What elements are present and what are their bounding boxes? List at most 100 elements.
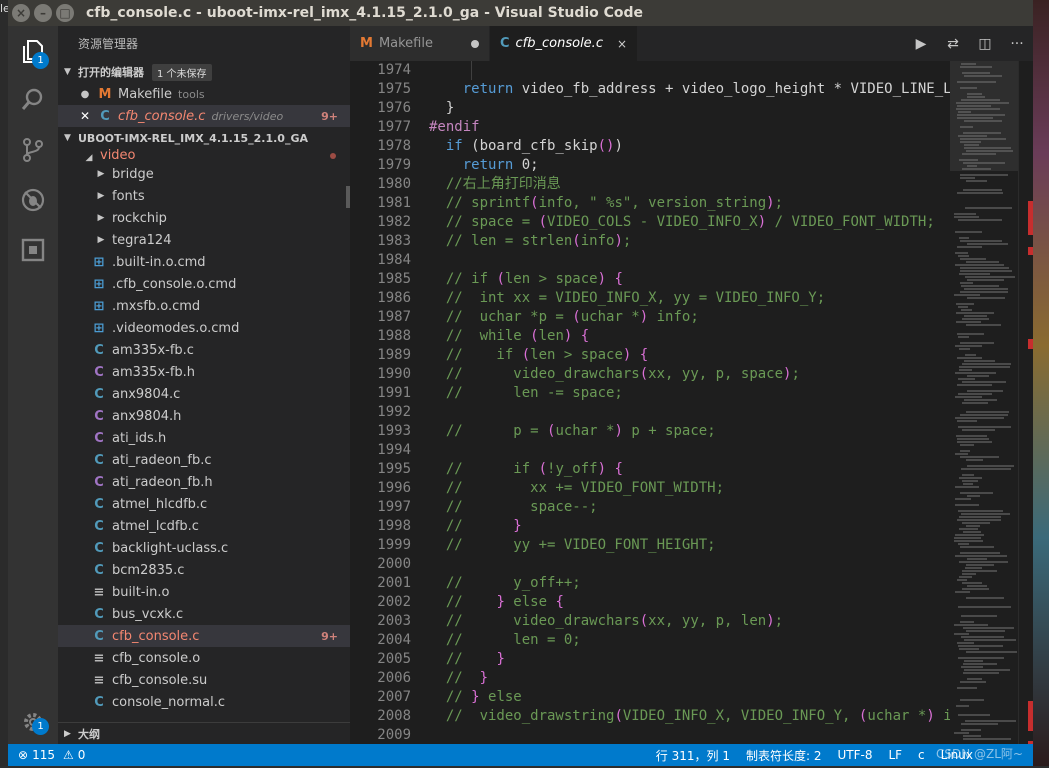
encoding[interactable]: UTF-8 [837, 748, 872, 762]
code-line: 1998 // } [350, 517, 950, 536]
minimap-line [954, 216, 979, 218]
tree-item-label: atmel_hlcdfb.c [112, 496, 208, 512]
tree-file[interactable]: Canx9804.h [58, 405, 350, 427]
code-line: 1974 [350, 61, 950, 80]
minimap-line [960, 450, 970, 452]
line-number: 1984 [377, 252, 411, 268]
tree-file[interactable]: Cbacklight-uclass.c [58, 537, 350, 559]
debug-activity[interactable] [8, 176, 58, 224]
window-minimize-button[interactable]: – [34, 4, 52, 22]
source-control-activity[interactable] [8, 126, 58, 174]
tree-file[interactable]: ≡ built-in.o [58, 581, 350, 603]
search-activity[interactable] [8, 76, 58, 124]
tree-file[interactable]: Cam335x-fb.h [58, 361, 350, 383]
line-number: 2007 [377, 689, 411, 705]
minimap-slider[interactable] [950, 61, 1018, 171]
tree-file[interactable]: Canx9804.c [58, 383, 350, 405]
code-line: 1987 // uchar *p = (uchar *) info; [350, 308, 950, 327]
tree-folder-video[interactable]: ◢ video [58, 149, 350, 163]
tree-folder[interactable]: ▶ fonts [58, 185, 350, 207]
open-editor-item[interactable]: ● M Makefile tools [58, 83, 350, 105]
tree-file[interactable]: ≡ cfb_console.o [58, 647, 350, 669]
minimap-line [965, 567, 982, 569]
error-marker [1028, 701, 1033, 731]
tree-file[interactable]: ⊞ .mxsfb.o.cmd [58, 295, 350, 317]
open-editor-item[interactable]: ✕ C cfb_console.c drivers/video 9+ [58, 105, 350, 127]
c-file-icon: C [100, 108, 110, 124]
file-tree: ▶ bridge ▶ fonts ▶ rockchip ▶ tegra124 ⊞ .built-i… [58, 163, 350, 713]
close-icon[interactable]: × [617, 37, 627, 51]
c-file-icon: C [94, 452, 104, 468]
tree-file[interactable]: Catmel_hlcdfb.c [58, 493, 350, 515]
code-text: // if (len > space) { [445, 271, 623, 287]
dirty-dot-icon[interactable]: ● [74, 89, 96, 100]
minimap-line [960, 258, 986, 260]
tree-file[interactable]: Cbus_vcxk.c [58, 603, 350, 625]
tree-file[interactable]: Catmel_lcdfb.c [58, 515, 350, 537]
minimap-line [959, 528, 978, 530]
more-actions-icon[interactable]: ··· [1001, 36, 1033, 52]
tab-makefile[interactable]: M Makefile [350, 26, 490, 61]
overview-ruler[interactable] [1018, 61, 1033, 757]
tree-item-label: anx9804.h [112, 408, 182, 424]
run-icon[interactable]: ▶ [905, 36, 937, 52]
minimap-line [957, 420, 977, 422]
minimap-line [967, 390, 1003, 392]
tree-file[interactable]: Cati_radeon_fb.c [58, 449, 350, 471]
close-icon[interactable]: ✕ [74, 109, 96, 123]
code-text: // uchar *p = (uchar *) info; [445, 309, 699, 325]
split-editor-icon[interactable]: ◫ [969, 36, 1001, 52]
tree-file[interactable]: ⊞ .built-in.o.cmd [58, 251, 350, 273]
line-number: 1976 [377, 100, 411, 116]
dirty-dot-icon[interactable] [470, 39, 479, 48]
tree-file[interactable]: ⊞ .videomodes.o.cmd [58, 317, 350, 339]
code-view[interactable]: 1974 1975 return video_fb_address + video… [350, 61, 950, 744]
end-of-line[interactable]: LF [888, 748, 902, 762]
explorer-activity[interactable]: 1 [8, 28, 58, 76]
tree-file[interactable]: Cam335x-fb.c [58, 339, 350, 361]
tree-item-label: cfb_console.c [112, 628, 200, 644]
project-header[interactable]: ▼ UBOOT-IMX-REL_IMX_4.1.15_2.1.0_GA [58, 127, 350, 149]
tree-item-label: console_normal.c [112, 694, 226, 710]
minimap-line [957, 642, 974, 644]
tree-file[interactable]: Cati_radeon_fb.h [58, 471, 350, 493]
code-text: // y_off++; [445, 575, 581, 591]
minimap[interactable] [950, 61, 1018, 744]
minimap-line [962, 474, 974, 476]
extensions-activity[interactable] [8, 226, 58, 274]
minimap-line [957, 441, 992, 443]
problems-indicator[interactable]: ⊗ 115 ⚠ 0 [8, 748, 89, 762]
open-editors-header[interactable]: ▼ 打开的编辑器 1 个未保存 [58, 61, 350, 83]
minimap-line [959, 576, 972, 578]
window-close-button[interactable]: × [12, 4, 30, 22]
compare-changes-icon[interactable]: ⇄ [937, 36, 969, 52]
tree-file[interactable]: Cbcm2835.c [58, 559, 350, 581]
settings-activity[interactable]: 1 [8, 698, 58, 746]
minimap-line [956, 705, 969, 707]
minimap-line [964, 360, 995, 362]
minimap-line [954, 294, 980, 296]
tab-cfb-console[interactable]: C cfb_console.c × [489, 26, 639, 61]
outline-header[interactable]: ▶ 大纲 [58, 722, 350, 744]
tree-file[interactable]: ≡ cfb_console.su [58, 669, 350, 691]
tree-file[interactable]: Ccfb_console.c 9+ [58, 625, 350, 647]
code-text: // if (len > space) { [445, 347, 649, 363]
tree-file[interactable]: Cati_ids.h [58, 427, 350, 449]
minimap-line [960, 291, 1008, 293]
tree-folder[interactable]: ▶ bridge [58, 163, 350, 185]
error-icon: ⊗ [18, 748, 29, 762]
minimap-line [963, 738, 1011, 740]
minimap-line [967, 279, 1004, 281]
minimap-line [966, 651, 1017, 653]
tree-item-label: cfb_console.o [112, 650, 201, 666]
tab-size[interactable]: 制表符长度: 2 [746, 747, 822, 764]
tree-file[interactable]: Cconsole_normal.c [58, 691, 350, 713]
tree-folder[interactable]: ▶ tegra124 [58, 229, 350, 251]
language-mode[interactable]: c [918, 748, 925, 762]
tree-folder[interactable]: ▶ rockchip [58, 207, 350, 229]
code-line: 2009 [350, 726, 950, 744]
window-maximize-button[interactable]: □ [56, 4, 74, 22]
cursor-position[interactable]: 行 311，列 1 [656, 747, 730, 764]
tree-file[interactable]: ⊞ .cfb_console.o.cmd [58, 273, 350, 295]
code-text: if (board_cfb_skip()) [445, 138, 623, 154]
